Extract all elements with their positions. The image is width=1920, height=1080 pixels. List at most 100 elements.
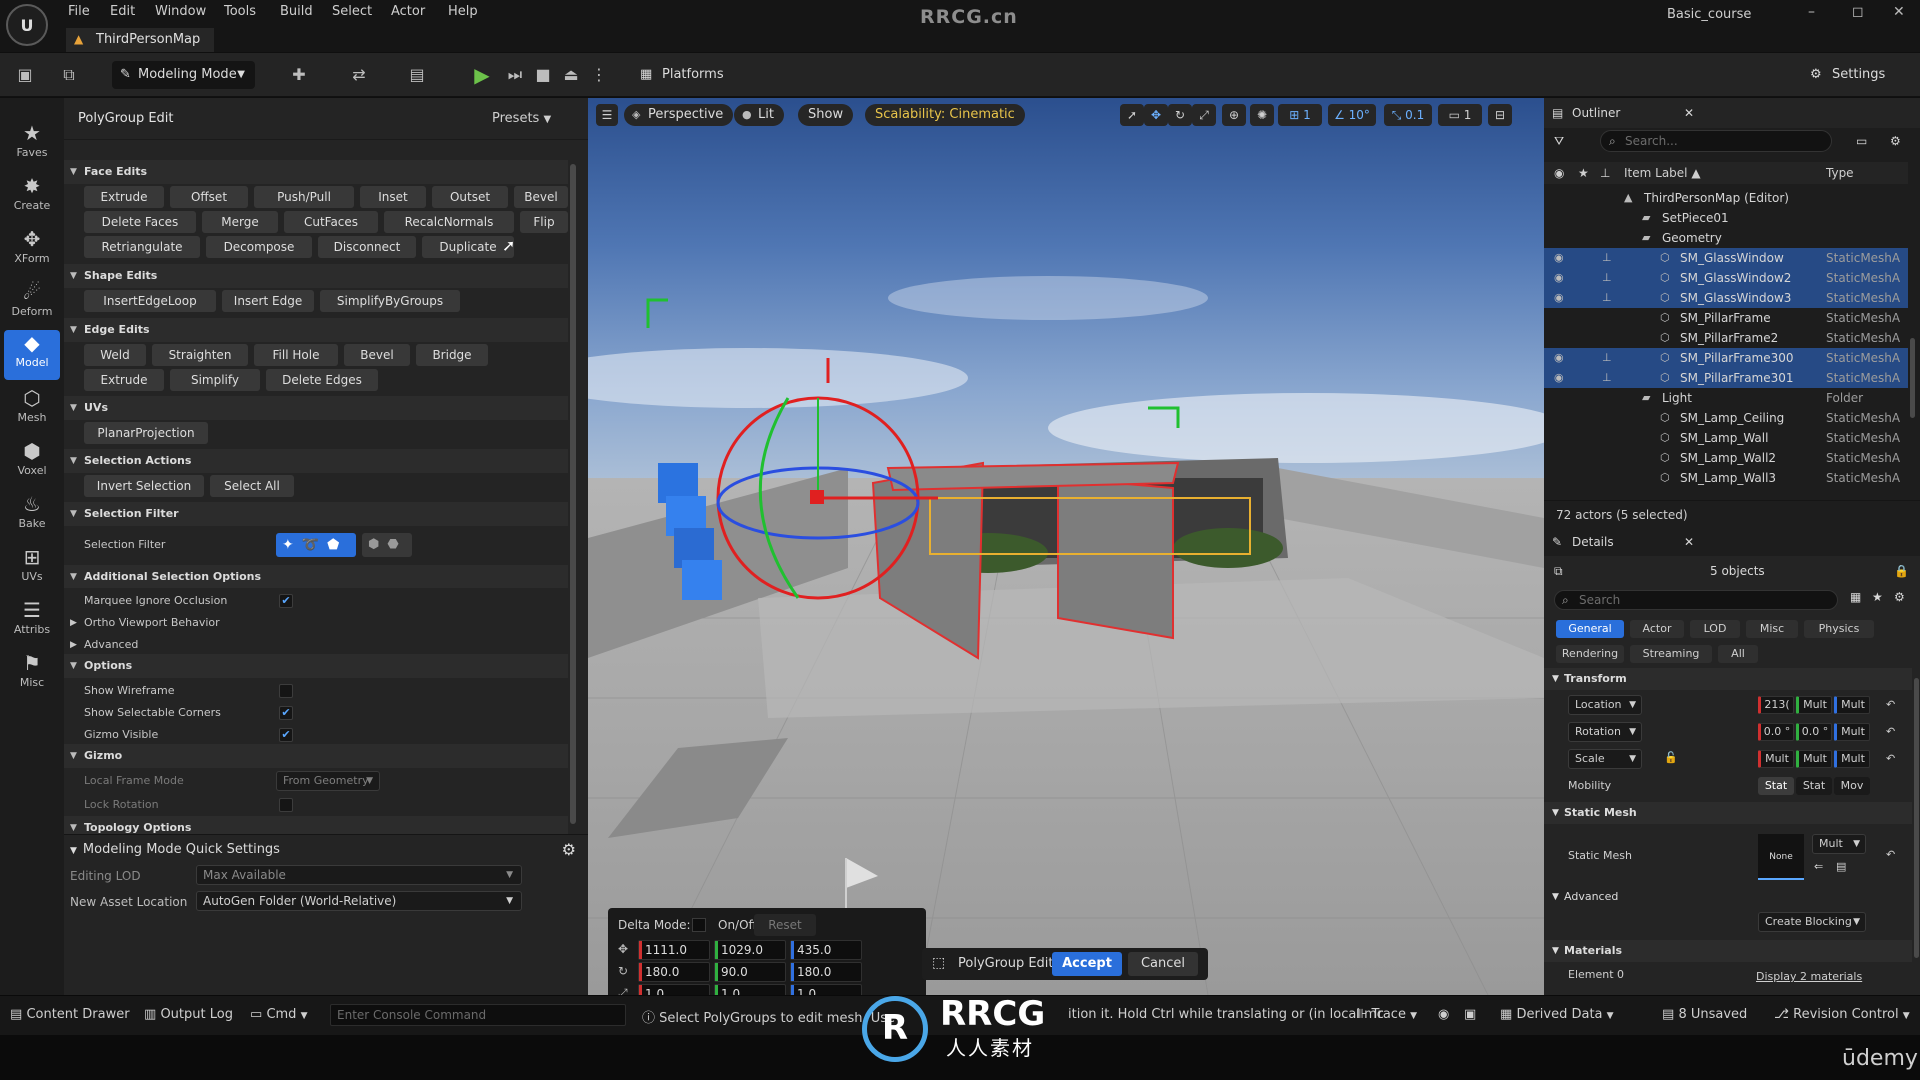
mode-model[interactable]: ◆ Model: [4, 330, 60, 380]
filter-icon[interactable]: ⛛: [1554, 134, 1564, 149]
outliner-row[interactable]: ▰ SetPiece01: [1544, 208, 1908, 228]
mode-deform[interactable]: ☄ Deform: [4, 279, 60, 329]
mode-uvs[interactable]: ⊞ UVs: [4, 544, 60, 594]
location-dropdown[interactable]: Location ▼: [1568, 695, 1642, 715]
location-z-field[interactable]: 435.0: [790, 940, 862, 960]
scale-y-value[interactable]: Mult: [1796, 750, 1832, 768]
mode-misc[interactable]: ⚑ Misc: [4, 650, 60, 700]
cmd-dropdown[interactable]: ▭ Cmd ▼: [250, 1007, 308, 1022]
merge-button[interactable]: Merge: [202, 211, 278, 233]
invert-selection-button[interactable]: Invert Selection: [84, 475, 204, 497]
more-options-icon[interactable]: ⋮: [586, 63, 612, 87]
location-x-value[interactable]: 213(: [1758, 696, 1794, 714]
camera-capture-icon[interactable]: ▣: [1464, 1007, 1476, 1022]
maximize-button[interactable]: ◻: [1852, 4, 1864, 20]
reset-icon[interactable]: ↶: [1886, 725, 1895, 738]
section-gizmo[interactable]: ▼ Gizmo: [64, 744, 568, 768]
outliner-row[interactable]: ▰ Light Folder: [1544, 388, 1908, 408]
surface-snap-icon[interactable]: ✺: [1250, 104, 1274, 126]
tab-actor[interactable]: Actor: [1630, 620, 1684, 638]
close-icon[interactable]: ✕: [1684, 535, 1694, 549]
tab-streaming[interactable]: Streaming: [1630, 645, 1712, 663]
reset-button[interactable]: Reset: [754, 914, 816, 936]
level-viewport[interactable]: ☰ ◈ Perspective ● Lit Show Scalability: Ci…: [588, 98, 1544, 995]
visibility-icon[interactable]: ◉: [1554, 162, 1564, 184]
minimize-button[interactable]: –: [1808, 4, 1815, 20]
section-selection-actions[interactable]: ▼ Selection Actions: [64, 449, 568, 473]
reset-icon[interactable]: ↶: [1886, 698, 1895, 711]
pin-icon[interactable]: ⊥: [1602, 368, 1612, 388]
mode-selector-dropdown[interactable]: ✎ Modeling Mode ▼: [112, 61, 255, 89]
save-icon[interactable]: ▣: [12, 63, 38, 87]
delta-mode-checkbox[interactable]: [692, 918, 706, 932]
tool-panel-scrollbar[interactable]: [570, 164, 576, 824]
fill-hole-button[interactable]: Fill Hole: [254, 344, 338, 366]
tab-thirdpersonmap[interactable]: ▲ ThirdPersonMap: [66, 28, 215, 52]
content-drawer-button[interactable]: ▤ Content Drawer: [10, 1007, 130, 1022]
grid-snap-toggle[interactable]: ⊞ 1: [1278, 104, 1322, 126]
use-selected-icon[interactable]: ⇐: [1814, 860, 1823, 873]
recalcnormals-button[interactable]: RecalcNormals: [384, 211, 514, 233]
flip-button[interactable]: Flip: [520, 211, 568, 233]
delete-edges-button[interactable]: Delete Edges: [266, 369, 378, 391]
favorite-icon[interactable]: ★: [1872, 590, 1883, 604]
local-frame-mode-dropdown[interactable]: From Geometry ▼: [276, 771, 380, 791]
section-edge-edits[interactable]: ▼ Edge Edits: [64, 318, 568, 342]
insert-edge-button[interactable]: Insert Edge: [222, 290, 314, 312]
visibility-icon[interactable]: ◉: [1554, 368, 1564, 388]
tab-general[interactable]: General: [1556, 620, 1624, 638]
star-icon[interactable]: ★: [1578, 162, 1589, 184]
lock-icon[interactable]: 🔓: [1664, 751, 1678, 764]
editing-lod-dropdown[interactable]: Max Available ▼: [196, 865, 522, 885]
static-mesh-dropdown[interactable]: Mult ▼: [1812, 834, 1866, 854]
select-mode-icon[interactable]: ➚: [1120, 104, 1144, 126]
perspective-dropdown[interactable]: ◈ Perspective: [624, 104, 734, 126]
output-log-button[interactable]: ▥ Output Log: [144, 1007, 233, 1022]
section-materials[interactable]: ▼ Materials: [1544, 940, 1912, 962]
layout-icon[interactable]: ⊟: [1488, 104, 1512, 126]
scalability-dropdown[interactable]: Scalability: Cinematic: [865, 104, 1025, 126]
tab-all[interactable]: All: [1718, 645, 1758, 663]
browse-icon[interactable]: ▤: [1836, 860, 1846, 873]
mode-create[interactable]: ✸ Create: [4, 173, 60, 223]
inset-button[interactable]: Inset: [360, 186, 426, 208]
insert-edge-loop-button[interactable]: InsertEdgeLoop: [84, 290, 216, 312]
mode-bake[interactable]: ♨ Bake: [4, 491, 60, 541]
push-pull-button[interactable]: Push/Pull: [254, 186, 354, 208]
display-materials-link[interactable]: Display 2 materials: [1756, 970, 1862, 983]
tab-physics[interactable]: Physics: [1804, 620, 1874, 638]
outliner-row[interactable]: ◉ ⊥ ⬡ SM_PillarFrame301 StaticMeshA: [1544, 368, 1908, 388]
scale-dropdown[interactable]: Scale ▼: [1568, 749, 1642, 769]
outliner-row[interactable]: ⬡ SM_Lamp_Wall3 StaticMeshA: [1544, 468, 1908, 488]
section-selection-filter[interactable]: ▼ Selection Filter: [64, 502, 568, 526]
outliner-scrollbar[interactable]: [1910, 338, 1915, 418]
show-selectable-corners-checkbox[interactable]: ✔: [279, 706, 293, 720]
visibility-icon[interactable]: ◉: [1554, 288, 1564, 308]
static-mesh-thumbnail[interactable]: None: [1758, 834, 1804, 880]
gizmo-visible-checkbox[interactable]: ✔: [279, 728, 293, 742]
tab-rendering[interactable]: Rendering: [1556, 645, 1624, 663]
section-static-mesh[interactable]: ▼ Static Mesh: [1544, 802, 1912, 824]
filter-group-toggle[interactable]: ⬢⬣: [362, 533, 412, 557]
outliner-row[interactable]: ⬡ SM_Lamp_Wall StaticMeshA: [1544, 428, 1908, 448]
section-transform[interactable]: ▼ Transform: [1544, 668, 1912, 690]
lock-icon[interactable]: 🔒: [1894, 564, 1909, 578]
close-window-button[interactable]: ✕: [1893, 4, 1905, 20]
mode-voxel[interactable]: ⬢ Voxel: [4, 438, 60, 488]
bevel-face-button[interactable]: Bevel: [514, 186, 568, 208]
rotation-x-value[interactable]: 0.0 °: [1758, 723, 1794, 741]
simplify-by-groups-button[interactable]: SimplifyByGroups: [320, 290, 460, 312]
menu-build[interactable]: Build: [280, 4, 313, 19]
retriangulate-button[interactable]: Retriangulate: [84, 236, 200, 258]
decompose-button[interactable]: Decompose: [206, 236, 312, 258]
outliner-row[interactable]: ⬡ SM_Lamp_Wall2 StaticMeshA: [1544, 448, 1908, 468]
derived-data-dropdown[interactable]: ▦ Derived Data ▼: [1500, 1007, 1614, 1022]
outliner-row[interactable]: ▲ ThirdPersonMap (Editor): [1544, 188, 1908, 208]
outliner-row[interactable]: ◉ ⊥ ⬡ SM_GlassWindow StaticMeshA: [1544, 248, 1908, 268]
menu-actor[interactable]: Actor: [391, 4, 425, 19]
scale-snap-toggle[interactable]: ⤡ 0.1: [1384, 104, 1432, 126]
scale-y-field[interactable]: 1.0: [714, 984, 786, 995]
bevel-edge-button[interactable]: Bevel: [344, 344, 410, 366]
show-dropdown[interactable]: Show: [798, 104, 854, 126]
mode-mesh[interactable]: ⬡ Mesh: [4, 385, 60, 435]
